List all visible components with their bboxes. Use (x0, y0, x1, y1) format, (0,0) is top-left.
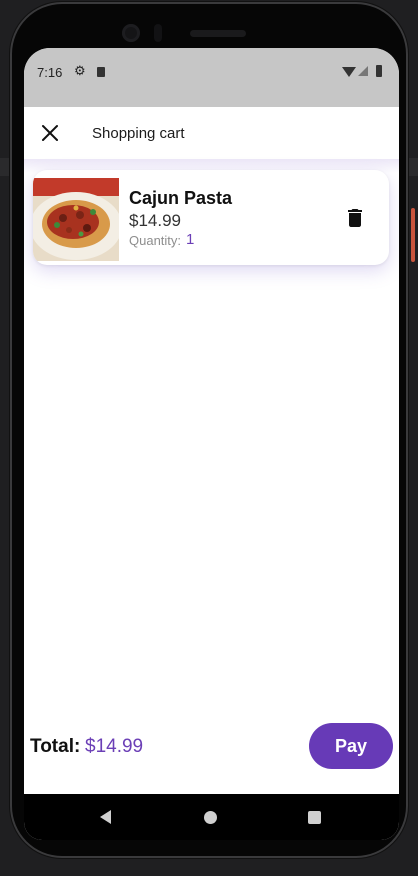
pasta-photo (33, 178, 119, 261)
earpiece-speaker (190, 30, 246, 37)
sim-card-icon (97, 67, 105, 77)
close-button[interactable] (36, 119, 64, 147)
status-bar: 7:16 ⚙ (24, 48, 399, 107)
item-price: $14.99 (129, 211, 181, 230)
back-triangle-icon[interactable] (100, 810, 111, 824)
pay-button[interactable]: Pay (309, 723, 393, 769)
close-icon (42, 125, 58, 141)
cart-item[interactable]: Cajun Pasta $14.99 Quantity: 1 (33, 170, 389, 265)
sensor-icon (154, 24, 162, 42)
system-nav-bar (24, 794, 399, 840)
quantity-label: Quantity: (129, 233, 182, 248)
app-toolbar: Shopping cart (24, 107, 399, 159)
home-circle-icon[interactable] (204, 811, 217, 824)
background-accent (411, 208, 415, 262)
trash-icon (348, 209, 362, 227)
app-screen: 7:16 ⚙ Shopping cart Cajun Pasta $14.99 … (24, 48, 399, 840)
total-value: $14.99 (85, 736, 144, 757)
recents-square-icon[interactable] (308, 811, 321, 824)
item-name: Cajun Pasta (129, 188, 233, 208)
gear-icon: ⚙ (74, 63, 86, 78)
cart-list: Cajun Pasta $14.99 Quantity: 1 (24, 159, 399, 699)
quantity-value: 1 (186, 231, 195, 248)
front-camera-icon (122, 24, 140, 42)
total-label: Total: (30, 736, 81, 757)
wifi-icon (342, 67, 356, 77)
delete-item-button[interactable] (343, 206, 367, 230)
battery-icon (376, 65, 382, 77)
page-title: Shopping cart (92, 125, 185, 142)
cart-footer: Total: $14.99 Pay (24, 710, 399, 770)
status-time: 7:16 (37, 65, 63, 80)
signal-icon (358, 66, 368, 76)
